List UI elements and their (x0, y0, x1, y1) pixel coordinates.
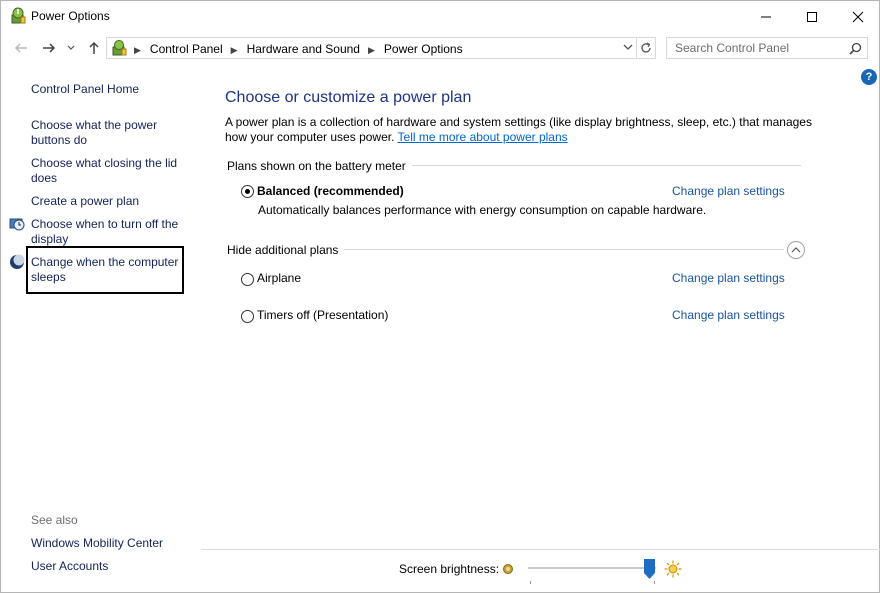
refresh-icon[interactable] (640, 42, 652, 54)
radio-balanced[interactable] (241, 185, 254, 198)
page-title: Choose or customize a power plan (225, 89, 472, 106)
plan-name-airplane[interactable]: Airplane (257, 271, 301, 285)
search-box (666, 37, 868, 59)
address-bar[interactable]: ▶ Control Panel ▶ Hardware and Sound ▶ Power … (106, 37, 656, 59)
search-icon[interactable] (849, 42, 862, 55)
change-plan-settings-timers-off[interactable]: Change plan settings (672, 308, 785, 322)
address-dropdown-icon[interactable] (623, 44, 633, 52)
footer-divider (201, 549, 880, 550)
up-button[interactable] (84, 38, 104, 58)
sidebar-item-windows-mobility-center[interactable]: Windows Mobility Center (31, 536, 189, 551)
sidebar-item-user-accounts[interactable]: User Accounts (31, 559, 189, 574)
breadcrumb-power-options[interactable]: Power Options (384, 42, 463, 56)
learn-more-link[interactable]: Tell me more about power plans (398, 130, 568, 144)
display-clock-icon (9, 218, 25, 231)
help-icon[interactable]: ? (861, 69, 877, 85)
brightness-label: Screen brightness: (399, 562, 500, 576)
maximize-icon (807, 11, 817, 22)
brightness-slider-thumb[interactable] (644, 559, 656, 579)
sidebar-item-power-buttons[interactable]: Choose what the power buttons do (31, 118, 171, 148)
radio-airplane[interactable] (241, 273, 254, 286)
search-input[interactable] (667, 38, 842, 58)
minimize-button[interactable] (743, 1, 789, 32)
window-title: Power Options (31, 9, 110, 23)
recent-locations-button[interactable] (64, 38, 78, 58)
up-arrow-icon (89, 41, 99, 54)
change-plan-settings-airplane[interactable]: Change plan settings (672, 271, 785, 285)
forward-button[interactable] (39, 38, 59, 58)
change-plan-settings-balanced[interactable]: Change plan settings (672, 184, 785, 198)
control-panel-icon (112, 40, 127, 56)
dim-brightness-icon (503, 564, 513, 574)
back-arrow-icon (14, 43, 27, 53)
sidebar-item-turn-off-display[interactable]: Choose when to turn off the display (31, 217, 189, 247)
bright-brightness-icon (664, 560, 682, 578)
forward-arrow-icon (43, 43, 56, 53)
highlight-box (26, 246, 184, 294)
chevron-up-icon (791, 247, 801, 253)
power-options-app-icon (11, 7, 26, 24)
sidebar-item-closing-lid[interactable]: Choose what closing the lid does (31, 156, 191, 186)
close-button[interactable] (835, 1, 880, 32)
plan-name-timers-off[interactable]: Timers off (Presentation) (257, 308, 388, 322)
breadcrumb: ▶ Control Panel ▶ Hardware and Sound ▶ Power … (134, 42, 463, 56)
radio-timers-off[interactable] (241, 310, 254, 323)
sidebar-item-create-power-plan[interactable]: Create a power plan (31, 194, 189, 209)
breadcrumb-separator-icon: ▶ (230, 45, 238, 55)
page-description: A power plan is a collection of hardware… (225, 115, 825, 145)
see-also-heading: See also (31, 513, 78, 527)
title-bar: Power Options (1, 1, 879, 33)
plan-name-balanced[interactable]: Balanced (recommended) (257, 184, 404, 198)
plan-description-balanced: Automatically balances performance with … (258, 203, 707, 217)
address-divider (636, 38, 637, 58)
breadcrumb-control-panel[interactable]: Control Panel (150, 42, 223, 56)
maximize-button[interactable] (789, 1, 835, 32)
back-button[interactable] (11, 38, 31, 58)
breadcrumb-hardware-and-sound[interactable]: Hardware and Sound (247, 42, 360, 56)
breadcrumb-separator-icon: ▶ (134, 45, 141, 55)
hide-additional-plans-label[interactable]: Hide additional plans (227, 243, 345, 257)
chevron-down-icon (67, 45, 75, 50)
collapse-button[interactable] (787, 241, 805, 259)
sleep-moon-icon (10, 254, 25, 269)
battery-meter-group-label: Plans shown on the battery meter (227, 159, 412, 173)
slider-tick (530, 581, 531, 584)
breadcrumb-separator-icon: ▶ (367, 45, 375, 55)
navigation-bar: ▶ Control Panel ▶ Hardware and Sound ▶ Power … (1, 35, 879, 63)
slider-tick (654, 581, 655, 584)
sidebar-control-panel-home[interactable]: Control Panel Home (31, 82, 189, 97)
power-options-window: Power Options ▶ Control Panel ▶ Hardware… (0, 0, 880, 593)
close-icon (852, 11, 864, 22)
minimize-icon (761, 16, 771, 17)
brightness-slider-track[interactable] (528, 567, 656, 569)
